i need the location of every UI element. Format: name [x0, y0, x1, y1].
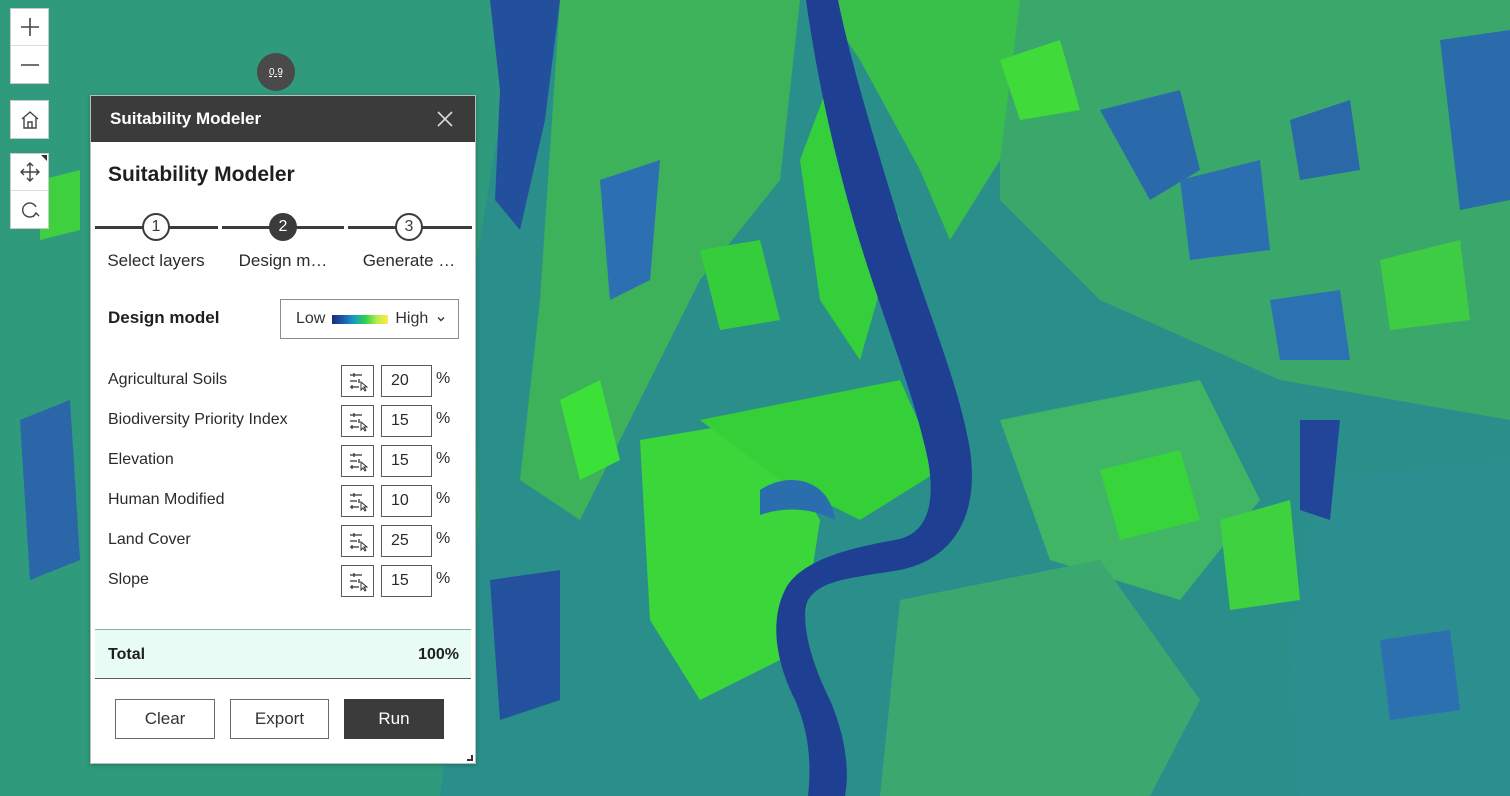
expand-corner-icon — [41, 155, 47, 161]
home-icon — [21, 110, 38, 129]
ramp-low-label: Low — [296, 310, 326, 327]
suitability-modeler-panel: Suitability Modeler Suitability Modeler … — [90, 95, 476, 764]
page-title: Suitability Modeler — [108, 163, 295, 186]
layer-name: Land Cover — [108, 531, 191, 548]
navigation-controls — [10, 153, 49, 229]
clear-button[interactable]: Clear — [115, 699, 215, 739]
zoom-out-button[interactable] — [11, 46, 48, 83]
configure-layer-button[interactable] — [341, 485, 374, 517]
weight-input[interactable]: 15 — [381, 405, 432, 437]
resize-handle[interactable] — [467, 755, 473, 761]
layer-row-biodiversity-priority-index: Biodiversity Priority Index 15 % — [108, 405, 460, 437]
move-arrows-icon — [19, 162, 40, 182]
home-button[interactable] — [11, 101, 48, 138]
tune-sliders-icon — [349, 573, 368, 592]
rotate-icon — [21, 201, 39, 218]
layer-row-agricultural-soils: Agricultural Soils 20 % — [108, 365, 460, 397]
layer-name: Agricultural Soils — [108, 371, 228, 388]
scale-badge[interactable]: 0.9 — [257, 53, 295, 91]
configure-layer-button[interactable] — [341, 405, 374, 437]
percent-unit: % — [436, 570, 451, 587]
design-model-label: Design model — [108, 308, 220, 327]
color-ramp-dropdown[interactable]: Low High — [280, 299, 459, 339]
layer-name: Human Modified — [108, 491, 225, 508]
total-value: 100% — [418, 646, 459, 663]
configure-layer-button[interactable] — [341, 525, 374, 557]
weight-input[interactable]: 20 — [381, 365, 432, 397]
layer-name: Biodiversity Priority Index — [108, 411, 288, 428]
percent-unit: % — [436, 490, 451, 507]
chevron-down-icon — [437, 317, 445, 322]
tune-sliders-icon — [349, 493, 368, 512]
weight-input[interactable]: 25 — [381, 525, 432, 557]
configure-layer-button[interactable] — [341, 445, 374, 477]
step-2-number[interactable]: 2 — [269, 213, 297, 241]
step-3-number[interactable]: 3 — [395, 213, 423, 241]
percent-unit: % — [436, 410, 451, 427]
tune-sliders-icon — [349, 413, 368, 432]
rotate-button[interactable] — [11, 191, 48, 228]
layer-row-slope: Slope 15 % — [108, 565, 460, 597]
plus-icon — [20, 18, 39, 36]
panel-header: Suitability Modeler — [91, 96, 475, 142]
panel-header-title: Suitability Modeler — [110, 109, 262, 128]
home-control — [10, 100, 49, 139]
ramp-high-label: High — [395, 310, 429, 327]
layer-row-human-modified: Human Modified 10 % — [108, 485, 460, 517]
weight-input[interactable]: 10 — [381, 485, 432, 517]
weight-input[interactable]: 15 — [381, 445, 432, 477]
weight-input[interactable]: 15 — [381, 565, 432, 597]
step-3-label[interactable]: Generate … — [350, 251, 468, 271]
close-icon[interactable] — [435, 109, 455, 129]
step-1-number[interactable]: 1 — [142, 213, 170, 241]
layer-row-land-cover: Land Cover 25 % — [108, 525, 460, 557]
layer-name: Slope — [108, 571, 149, 588]
layer-row-elevation: Elevation 15 % — [108, 445, 460, 477]
configure-layer-button[interactable] — [341, 565, 374, 597]
zoom-in-button[interactable] — [11, 9, 48, 46]
total-row: Total 100% — [95, 629, 471, 679]
percent-unit: % — [436, 530, 451, 547]
minus-icon — [20, 63, 39, 66]
configure-layer-button[interactable] — [341, 365, 374, 397]
tune-sliders-icon — [349, 533, 368, 552]
total-label: Total — [108, 646, 146, 663]
layer-name: Elevation — [108, 451, 174, 468]
step-1-label[interactable]: Select layers — [97, 251, 215, 271]
percent-unit: % — [436, 370, 451, 387]
step-2-label[interactable]: Design m… — [224, 251, 342, 271]
tune-sliders-icon — [349, 373, 368, 392]
export-button[interactable]: Export — [230, 699, 329, 739]
run-button[interactable]: Run — [344, 699, 444, 739]
zoom-controls — [10, 8, 49, 84]
color-ramp-swatch — [332, 314, 389, 324]
percent-unit: % — [436, 450, 451, 467]
tune-sliders-icon — [349, 453, 368, 472]
